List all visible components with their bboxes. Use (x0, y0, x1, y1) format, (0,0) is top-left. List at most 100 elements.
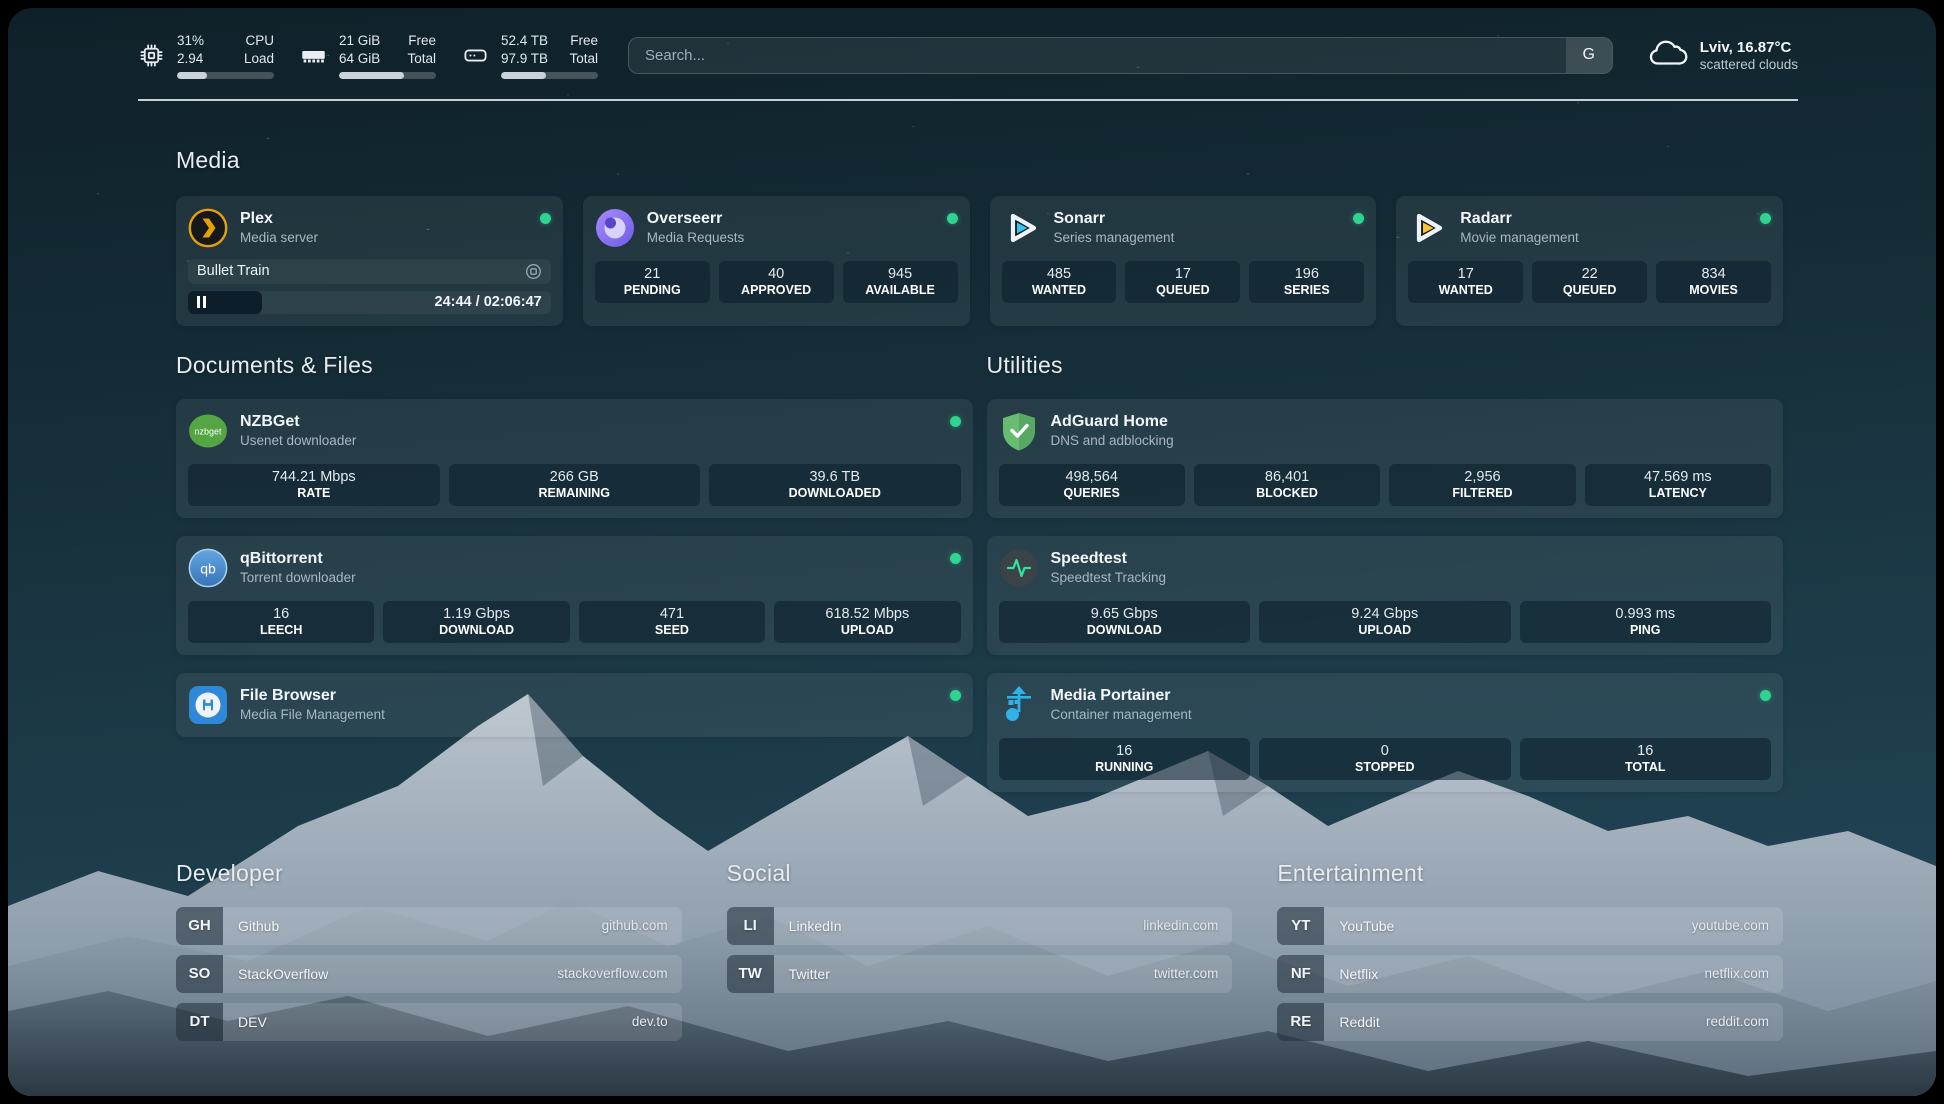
service-card-plex[interactable]: Plex Media server Bullet Train (176, 196, 563, 326)
bookmark-name: Twitter (774, 955, 1154, 993)
bookmark-linkedin[interactable]: LI LinkedIn linkedin.com (727, 907, 1233, 945)
pause-icon (197, 296, 206, 308)
bookmark-abbr: YT (1277, 907, 1324, 945)
stat-queued: 22 QUEUED (1532, 261, 1647, 303)
memory-free-value: 21 GiB (339, 32, 380, 50)
stat-remaining: 266 GB REMAINING (449, 464, 701, 506)
stat-downloaded: 39.6 TB DOWNLOADED (709, 464, 961, 506)
header-divider (138, 99, 1798, 101)
stat-rate: 744.21 Mbps RATE (188, 464, 440, 506)
stat-download: 9.65 Gbps DOWNLOAD (999, 601, 1251, 643)
bookmark-dev[interactable]: DT DEV dev.to (176, 1003, 682, 1041)
stop-icon[interactable] (525, 263, 542, 280)
bookmark-url: youtube.com (1692, 907, 1783, 945)
bookmarks-developer: Developer GH Github github.com SO StackO… (176, 860, 682, 1051)
svg-text:nzbget: nzbget (194, 426, 222, 436)
memory-total-label: Total (407, 50, 436, 68)
stat-blocked: 86,401 BLOCKED (1194, 464, 1380, 506)
bookmark-url: github.com (602, 907, 682, 945)
stat-approved: 40 APPROVED (719, 261, 834, 303)
bookmarks-social: Social LI LinkedIn linkedin.com TW Twitt… (727, 860, 1233, 1051)
service-card-portainer[interactable]: Media Portainer Container management 16 … (987, 673, 1784, 792)
status-online-dot (1353, 213, 1364, 224)
service-description: Media Requests (647, 230, 745, 245)
disk-total-value: 97.9 TB (501, 50, 548, 68)
resource-widgets: 31% CPU 2.94 Load (138, 32, 598, 79)
top-bar: 31% CPU 2.94 Load (138, 32, 1798, 79)
service-card-filebrowser[interactable]: File Browser Media File Management (176, 673, 973, 737)
bookmark-name: Reddit (1324, 1003, 1706, 1041)
bookmark-twitter[interactable]: TW Twitter twitter.com (727, 955, 1233, 993)
search-bar: G (628, 37, 1613, 74)
service-name: AdGuard Home (1051, 413, 1174, 431)
stat-total: 16 TOTAL (1520, 738, 1772, 780)
playback-time: 24:44 / 02:06:47 (435, 294, 542, 310)
nzbget-icon: nzbget (188, 411, 228, 451)
cpu-usage-value: 31% (177, 32, 204, 50)
radarr-icon (1408, 208, 1448, 248)
service-description: Series management (1054, 230, 1175, 245)
service-card-speedtest[interactable]: Speedtest Speedtest Tracking 9.65 Gbps D… (987, 536, 1784, 655)
stat-wanted: 17 WANTED (1408, 261, 1523, 303)
bookmark-url: linkedin.com (1143, 907, 1232, 945)
service-name: Overseerr (647, 210, 745, 228)
memory-progress-bar (339, 72, 436, 79)
service-name: File Browser (240, 687, 385, 705)
now-playing-row: Bullet Train (188, 259, 551, 284)
stat-pending: 21 PENDING (595, 261, 710, 303)
bookmark-name: LinkedIn (774, 907, 1144, 945)
bookmark-abbr: DT (176, 1003, 223, 1041)
stat-download: 1.19 Gbps DOWNLOAD (383, 601, 569, 643)
service-description: Torrent downloader (240, 570, 356, 585)
bookmark-url: netflix.com (1704, 955, 1783, 993)
service-card-overseerr[interactable]: Overseerr Media Requests 21 PENDING (583, 196, 970, 326)
service-card-sonarr[interactable]: Sonarr Series management 485 WANTED (990, 196, 1377, 326)
cpu-widget: 31% CPU 2.94 Load (138, 32, 274, 79)
bookmark-youtube[interactable]: YT YouTube youtube.com (1277, 907, 1783, 945)
documents-section-title: Documents & Files (176, 352, 973, 379)
service-name: Plex (240, 210, 318, 228)
bookmark-name: Netflix (1324, 955, 1704, 993)
service-description: DNS and adblocking (1051, 433, 1174, 448)
cpu-load-label: Load (244, 50, 274, 68)
service-card-nzbget[interactable]: nzbget NZBGet Usenet downloader 74 (176, 399, 973, 518)
service-name: Sonarr (1054, 210, 1175, 228)
service-card-adguard[interactable]: AdGuard Home DNS and adblocking 498,564 … (987, 399, 1784, 518)
bookmarks-entertainment: Entertainment YT YouTube youtube.com NF … (1277, 860, 1783, 1051)
stat-filtered: 2,956 FILTERED (1389, 464, 1575, 506)
bookmark-github[interactable]: GH Github github.com (176, 907, 682, 945)
service-name: qBittorrent (240, 550, 356, 568)
status-online-dot (947, 213, 958, 224)
disk-icon (462, 42, 489, 69)
bookmark-url: reddit.com (1706, 1003, 1783, 1041)
service-card-radarr[interactable]: Radarr Movie management 17 WANTED 2 (1396, 196, 1783, 326)
weather-widget: Lviv, 16.87°C scattered clouds (1647, 37, 1798, 74)
entertainment-group-title: Entertainment (1277, 860, 1783, 887)
bookmark-abbr: TW (727, 955, 774, 993)
memory-widget: 21 GiB Free 64 GiB Total (300, 32, 436, 79)
bookmark-reddit[interactable]: RE Reddit reddit.com (1277, 1003, 1783, 1041)
stat-queries: 498,564 QUERIES (999, 464, 1185, 506)
bookmark-name: StackOverflow (223, 955, 557, 993)
bookmark-name: DEV (223, 1003, 632, 1041)
bookmark-netflix[interactable]: NF Netflix netflix.com (1277, 955, 1783, 993)
bookmark-name: Github (223, 907, 602, 945)
playback-progress-bar: 24:44 / 02:06:47 (188, 291, 551, 314)
stat-upload: 9.24 Gbps UPLOAD (1259, 601, 1511, 643)
utilities-section-title: Utilities (987, 352, 1784, 379)
adguard-icon (999, 411, 1039, 451)
status-online-dot (1760, 213, 1771, 224)
now-playing-title: Bullet Train (197, 263, 270, 279)
disk-free-label: Free (569, 32, 598, 50)
service-description: Media File Management (240, 707, 385, 722)
search-provider-button[interactable]: G (1566, 38, 1612, 73)
service-card-qbittorrent[interactable]: qb qBittorrent Torrent downloader (176, 536, 973, 655)
bookmark-stackoverflow[interactable]: SO StackOverflow stackoverflow.com (176, 955, 682, 993)
pause-button[interactable] (188, 291, 262, 314)
cloud-icon (1647, 37, 1689, 74)
disk-total-label: Total (569, 50, 598, 68)
media-section-title: Media (176, 147, 1783, 174)
search-input[interactable] (629, 38, 1566, 73)
service-description: Usenet downloader (240, 433, 356, 448)
dashboard-screen: 31% CPU 2.94 Load (8, 8, 1936, 1096)
